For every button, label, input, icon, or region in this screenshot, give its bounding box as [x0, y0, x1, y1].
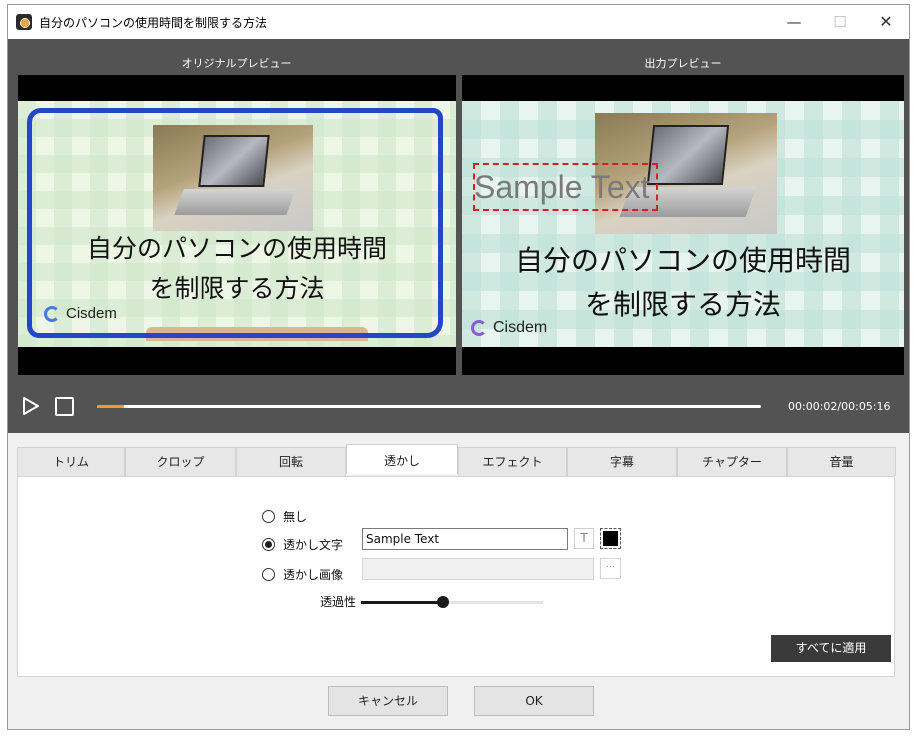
- radio-text[interactable]: 透かし文字: [262, 536, 343, 553]
- opacity-slider[interactable]: [361, 596, 543, 608]
- minimize-button[interactable]: —: [771, 5, 817, 39]
- tab-8[interactable]: 音量: [787, 447, 896, 476]
- tab-4[interactable]: 透かし: [346, 444, 458, 474]
- opacity-label: 透過性: [320, 595, 357, 609]
- color-picker-button[interactable]: [600, 528, 621, 549]
- tab-3[interactable]: 回転: [236, 447, 346, 476]
- output-preview-label: 出力プレビュー: [644, 57, 722, 70]
- video-title-text: 自分のパソコンの使用時間 を制限する方法: [462, 239, 904, 327]
- output-preview-pane: 自分のパソコンの使用時間 を制限する方法 Cisdem Sample Text: [462, 75, 904, 375]
- tab-6[interactable]: 字幕: [567, 447, 677, 476]
- original-preview-pane: 自分のパソコンの使用時間 を制限する方法 Cisdem: [18, 75, 456, 375]
- radio-none-button[interactable]: [262, 510, 275, 523]
- watermark-image-field: [362, 558, 594, 580]
- ok-button[interactable]: OK: [474, 686, 594, 716]
- cisdem-logo: Cisdem: [471, 319, 547, 337]
- tab-5[interactable]: エフェクト: [458, 447, 567, 476]
- dialog-window: 自分のパソコンの使用時間を制限する方法 — ☐ ✕ オリジナルプレビュー 出力プ…: [7, 4, 910, 730]
- browse-image-button: ···: [600, 558, 621, 579]
- color-swatch: [603, 531, 618, 546]
- play-icon[interactable]: [22, 396, 40, 416]
- seek-bar[interactable]: [97, 405, 761, 408]
- apply-all-button[interactable]: すべてに適用: [771, 635, 891, 662]
- frame-border: [27, 108, 443, 338]
- output-video-frame: 自分のパソコンの使用時間 を制限する方法 Cisdem Sample Text: [462, 101, 904, 347]
- radio-text-label: 透かし文字: [283, 538, 344, 552]
- font-button[interactable]: T: [574, 528, 594, 549]
- tab-2[interactable]: クロップ: [125, 447, 236, 476]
- watermark-text-input[interactable]: [362, 528, 568, 550]
- cisdem-logo-icon: [471, 320, 487, 336]
- watermark-drag-box[interactable]: [473, 163, 658, 211]
- stop-icon[interactable]: [55, 397, 74, 416]
- seek-progress: [97, 405, 124, 408]
- radio-text-button[interactable]: [262, 538, 275, 551]
- watermark-panel: 無し 透かし文字 透かし画像 T ··· 透過性 すべてに適用: [17, 476, 895, 677]
- time-display: 00:00:02/00:05:16: [788, 400, 891, 413]
- radio-image-button[interactable]: [262, 568, 275, 581]
- logo-text: Cisdem: [493, 319, 548, 336]
- original-video-frame: 自分のパソコンの使用時間 を制限する方法 Cisdem: [18, 101, 456, 347]
- tab-bar: トリム クロップ 回転 透かし エフェクト 字幕 チャプター 音量: [17, 444, 896, 476]
- title-bar[interactable]: 自分のパソコンの使用時間を制限する方法 — ☐ ✕: [8, 5, 909, 39]
- maximize-button[interactable]: ☐: [817, 5, 863, 39]
- tab-1[interactable]: トリム: [17, 447, 125, 476]
- radio-image-label: 透かし画像: [283, 568, 344, 582]
- window-title: 自分のパソコンの使用時間を制限する方法: [39, 16, 268, 30]
- app-icon: [16, 14, 32, 30]
- original-preview-label: オリジナルプレビュー: [181, 57, 292, 70]
- video-title-line1: 自分のパソコンの使用時間: [514, 244, 851, 277]
- cancel-button[interactable]: キャンセル: [328, 686, 448, 716]
- opacity-slider-fill: [361, 601, 443, 604]
- tab-7[interactable]: チャプター: [677, 447, 787, 476]
- preview-area: オリジナルプレビュー 出力プレビュー 自分のパソコンの使用時間 を制限する方法 …: [8, 39, 909, 433]
- radio-none[interactable]: 無し: [262, 508, 307, 525]
- opacity-slider-thumb[interactable]: [436, 596, 449, 608]
- radio-image[interactable]: 透かし画像: [262, 566, 343, 583]
- radio-none-label: 無し: [283, 510, 308, 524]
- close-button[interactable]: ✕: [863, 5, 909, 39]
